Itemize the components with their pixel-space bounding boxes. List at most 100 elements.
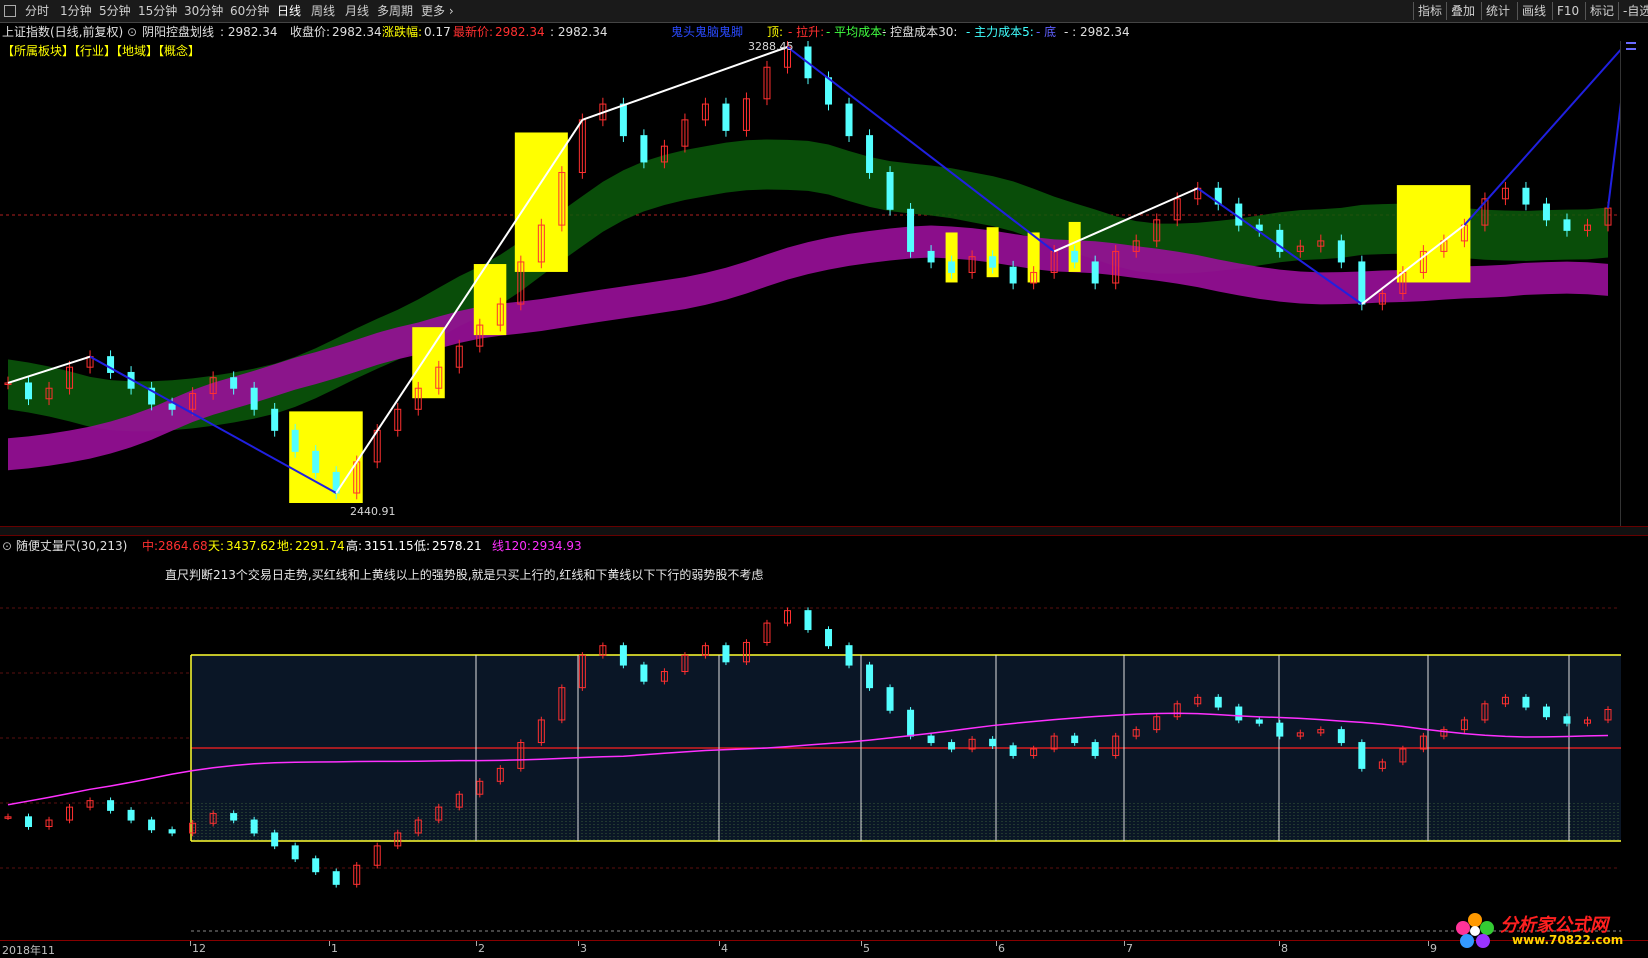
candle-body: [640, 135, 648, 163]
sector-links[interactable]: 【所属板块】【行业】【地域】【概念】: [2, 42, 200, 59]
ghost-label: 鬼头鬼脑鬼脚: [671, 25, 744, 39]
candle-body: [1091, 261, 1099, 284]
sub-candle-body: [886, 687, 894, 711]
candle-body: [271, 408, 279, 431]
yellow-signal-bar: [289, 411, 363, 503]
candle-body: [1522, 187, 1530, 205]
close-value: 2982.34: [332, 25, 382, 39]
tian-value: 3437.62: [226, 539, 276, 553]
period-tab-1min[interactable]: 1分钟: [60, 3, 92, 19]
zigzag-segment: [1607, 102, 1620, 209]
watchlist-button[interactable]: -自选: [1618, 2, 1648, 20]
high-price-label: 3288.45: [748, 41, 794, 53]
sub-candle-body: [619, 645, 627, 666]
sub-candle-body: [722, 645, 730, 663]
sub-candle-body: [907, 709, 915, 737]
line120-value: 2934.93: [532, 539, 582, 553]
ruler-sub-chart[interactable]: [0, 555, 1648, 940]
sub-candle-body: [1214, 696, 1222, 708]
scroll-indicator: [1626, 42, 1636, 44]
period-tab-15min[interactable]: 15分钟: [138, 3, 177, 19]
x-label: 1: [331, 942, 338, 955]
sub-candle-body: [1563, 716, 1571, 724]
sub-indicator-name[interactable]: 随便丈量尺(30,213): [16, 537, 127, 555]
extra-value: : 2982.34: [550, 25, 608, 39]
sub-info-line: ⊙ 随便丈量尺(30,213) 中: 2864.68 天: 3437.62 地:…: [0, 537, 1648, 555]
candle-body: [312, 450, 320, 473]
low-price-label: 2440.91: [350, 505, 396, 518]
sub-candle-body: [1009, 745, 1017, 756]
period-tab-5min[interactable]: 5分钟: [99, 3, 131, 19]
tian-label: 天:: [208, 539, 225, 553]
sub-candle-body: [640, 664, 648, 682]
change-label: 涨跌幅:: [382, 25, 423, 39]
sub-candle-body: [271, 832, 279, 847]
candle-body: [1337, 240, 1345, 263]
candle-body: [619, 103, 627, 137]
low-label: 低:: [414, 539, 431, 553]
index-name: 上证指数(日线,前复权): [2, 25, 124, 39]
sub-candle-body: [250, 819, 258, 834]
yellow-signal-bar: [412, 327, 445, 399]
overlay-button[interactable]: 叠加: [1446, 2, 1479, 20]
main-info-line: 上证指数(日线,前复权) ⊙ 阴阳控盘划线 : 2982.34 收盘价: 298…: [0, 23, 1648, 41]
period-tab-weekly[interactable]: 周线: [311, 3, 335, 19]
mark-button[interactable]: 标记: [1585, 2, 1618, 20]
period-tab-monthly[interactable]: 月线: [345, 3, 369, 19]
x-label: 6: [998, 942, 1005, 955]
sub-candle-body: [332, 871, 340, 885]
x-tick: [476, 941, 477, 946]
more-label: 更多: [421, 4, 446, 18]
candle-body: [927, 250, 935, 263]
period-tab-fenshi[interactable]: 分时: [25, 3, 49, 19]
sub-candle-body: [845, 645, 853, 666]
last-value: - : 2982.34: [1064, 25, 1130, 39]
ruler-note: 直尺判断213个交易日走势,买红线和上黄线以上的强势股,就是只买上行的,红线和下…: [165, 568, 764, 582]
period-toolbar: 分时 1分钟 5分钟 15分钟 30分钟 60分钟 日线 周线 月线 多周期 更…: [0, 0, 1648, 23]
scroll-indicator: [1626, 48, 1636, 50]
change-value: 0.17: [424, 25, 451, 39]
top-label: 顶:: [767, 25, 784, 39]
bottom-label: - 底: [1036, 25, 1057, 39]
sub-candle-body: [127, 809, 135, 821]
candle-body: [907, 208, 915, 252]
period-tab-multi[interactable]: 多周期: [377, 3, 413, 19]
watermark-url: www.70822.com: [1512, 933, 1624, 947]
close-label: 收盘价:: [290, 25, 331, 39]
main-candlestick-chart[interactable]: 3288.45 2440.91: [0, 41, 1620, 526]
period-tab-more[interactable]: 更多 ›: [421, 3, 454, 19]
x-label: 5: [863, 942, 870, 955]
x-tick: [1124, 941, 1125, 946]
sub-candle-body: [1255, 719, 1263, 724]
sub-candle-body: [1235, 706, 1243, 721]
cost-bands: [8, 139, 1608, 471]
x-label: 2018年11: [2, 944, 55, 957]
candle-body: [230, 377, 238, 389]
zhong-value: 2864.68: [158, 539, 208, 553]
sub-dropdown-icon[interactable]: ⊙: [2, 537, 12, 555]
right-axis-strip: [1620, 41, 1648, 526]
draw-line-button[interactable]: 画线: [1517, 2, 1550, 20]
sub-candle-body: [25, 816, 33, 828]
pane-divider[interactable]: [0, 526, 1648, 536]
candle-body: [866, 135, 874, 173]
candle-body: [291, 429, 299, 452]
indicator-button[interactable]: 指标: [1413, 2, 1446, 20]
indicator-name[interactable]: 阴阳控盘划线: [142, 23, 214, 41]
f10-button[interactable]: F10: [1552, 2, 1583, 20]
period-tab-60min[interactable]: 60分钟: [230, 3, 269, 19]
indicator-dropdown-icon[interactable]: ⊙: [127, 23, 137, 41]
period-tab-daily[interactable]: 日线: [277, 3, 301, 19]
candle-body: [1563, 219, 1571, 231]
sub-candle-body: [804, 610, 812, 631]
menu-icon[interactable]: [4, 5, 16, 17]
sub-candle-body: [1522, 696, 1530, 708]
period-tab-30min[interactable]: 30分钟: [184, 3, 223, 19]
x-label: 8: [1281, 942, 1288, 955]
sub-candle-body: [291, 845, 299, 860]
statistics-button[interactable]: 统计: [1481, 2, 1514, 20]
x-tick: [1428, 941, 1429, 946]
di-label: 地:: [277, 539, 294, 553]
candle-body: [1009, 266, 1017, 284]
sub-candle-body: [927, 735, 935, 744]
